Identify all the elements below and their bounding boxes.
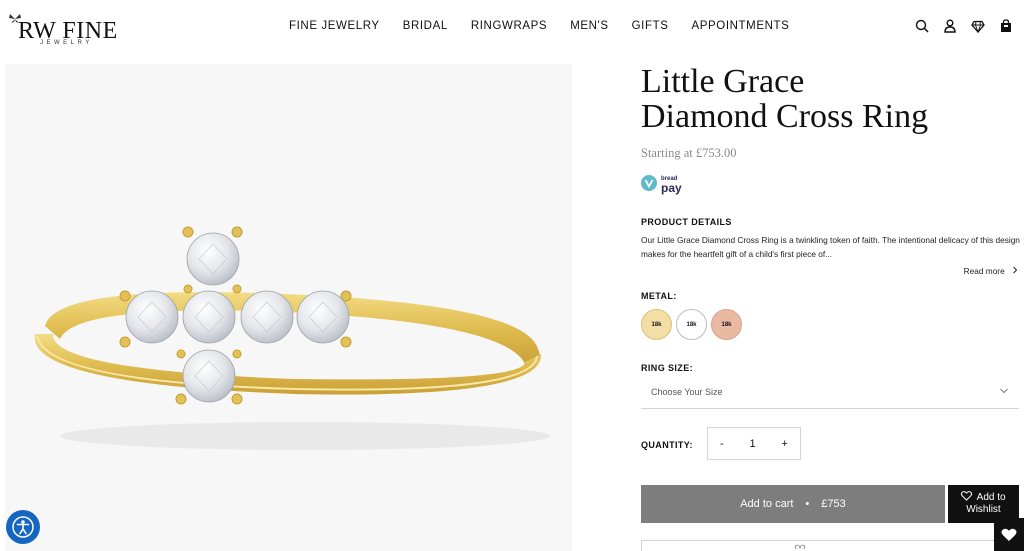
quantity-decrease-button[interactable]: - [720, 438, 724, 450]
add-to-cart-label: Add to cart [740, 498, 794, 510]
ring-size-select[interactable]: Choose Your Size [641, 377, 1019, 409]
nav-gifts[interactable]: GIFTS [632, 20, 669, 32]
wishlist-label-line2: Wishlist [966, 504, 1001, 515]
accessibility-icon [12, 516, 34, 538]
bread-pay-label: pay [661, 180, 682, 195]
metal-heading: METAL: [641, 291, 677, 301]
metal-swatch-rose-gold[interactable]: 18k [711, 309, 742, 340]
add-to-cart-button[interactable]: Add to cart • £753 [641, 485, 945, 523]
chevron-right-icon [1013, 266, 1018, 274]
product-title-line1: Little Grace [641, 63, 805, 100]
nav-bridal[interactable]: BRIDAL [403, 20, 448, 32]
ring-size-heading: RING SIZE: [641, 363, 694, 373]
heart-icon [1001, 528, 1017, 541]
read-more-link[interactable]: Read more [964, 266, 1019, 276]
main-nav: FINE JEWELRY BRIDAL RINGWRAPS MEN'S GIFT… [289, 20, 812, 32]
product-title-line2: Diamond Cross Ring [641, 98, 929, 135]
product-title: Little Grace Diamond Cross Ring [641, 64, 1021, 134]
quantity-stepper: - 1 + [707, 427, 801, 460]
read-more-label: Read more [963, 266, 1005, 276]
bag-icon[interactable] [998, 18, 1014, 34]
accessibility-button[interactable] [6, 510, 40, 544]
header-actions [902, 18, 1014, 34]
metal-swatch-white-gold[interactable]: 18k [676, 309, 707, 340]
site-header: RW FINE JEWELRY FINE JEWELRY BRIDAL RING… [0, 0, 1024, 56]
account-icon[interactable] [942, 18, 958, 34]
metal-swatch-label: 18k [721, 321, 732, 328]
nav-fine-jewelry[interactable]: FINE JEWELRY [289, 20, 380, 32]
metal-swatch-yellow-gold[interactable]: 18k [641, 309, 672, 340]
metal-swatch-label: 18k [651, 321, 662, 328]
chevron-down-icon [1000, 388, 1008, 394]
product-info: Little Grace Diamond Cross Ring Starting… [641, 64, 1021, 523]
secondary-action-box[interactable] [641, 540, 1020, 551]
logo-subtext: JEWELRY [40, 40, 93, 46]
bread-pay-badge[interactable]: bread pay [641, 173, 1021, 195]
product-details-text: Our Little Grace Diamond Cross Ring is a… [641, 235, 1020, 259]
metal-swatches: 18k 18k 18k [641, 309, 746, 340]
diamond-heart-icon[interactable] [970, 18, 986, 34]
quantity-heading: QUANTITY: [641, 440, 693, 450]
metal-swatch-label: 18k [686, 321, 697, 328]
wishlist-label-line1: Add to [976, 492, 1006, 503]
gift-icon [794, 544, 806, 550]
nav-mens[interactable]: MEN'S [570, 20, 608, 32]
bread-logo-icon [641, 175, 657, 191]
nav-ringwraps[interactable]: RINGWRAPS [471, 20, 547, 32]
product-image[interactable] [5, 64, 572, 551]
floating-wishlist-button[interactable] [994, 518, 1024, 551]
brand-logo[interactable]: RW FINE JEWELRY [8, 12, 118, 46]
ring-illustration [34, 226, 550, 450]
quantity-increase-button[interactable]: + [782, 438, 788, 450]
nav-appointments[interactable]: APPOINTMENTS [691, 20, 789, 32]
product-price: Starting at £753.00 [641, 146, 737, 160]
ring-size-placeholder: Choose Your Size [651, 387, 723, 397]
add-to-cart-price: £753 [821, 498, 846, 510]
quantity-value[interactable]: 1 [750, 438, 756, 450]
cart-separator: • [805, 498, 810, 510]
search-icon[interactable] [914, 18, 930, 34]
heart-outline-icon [961, 491, 973, 501]
product-details-heading: PRODUCT DETAILS [641, 217, 732, 227]
